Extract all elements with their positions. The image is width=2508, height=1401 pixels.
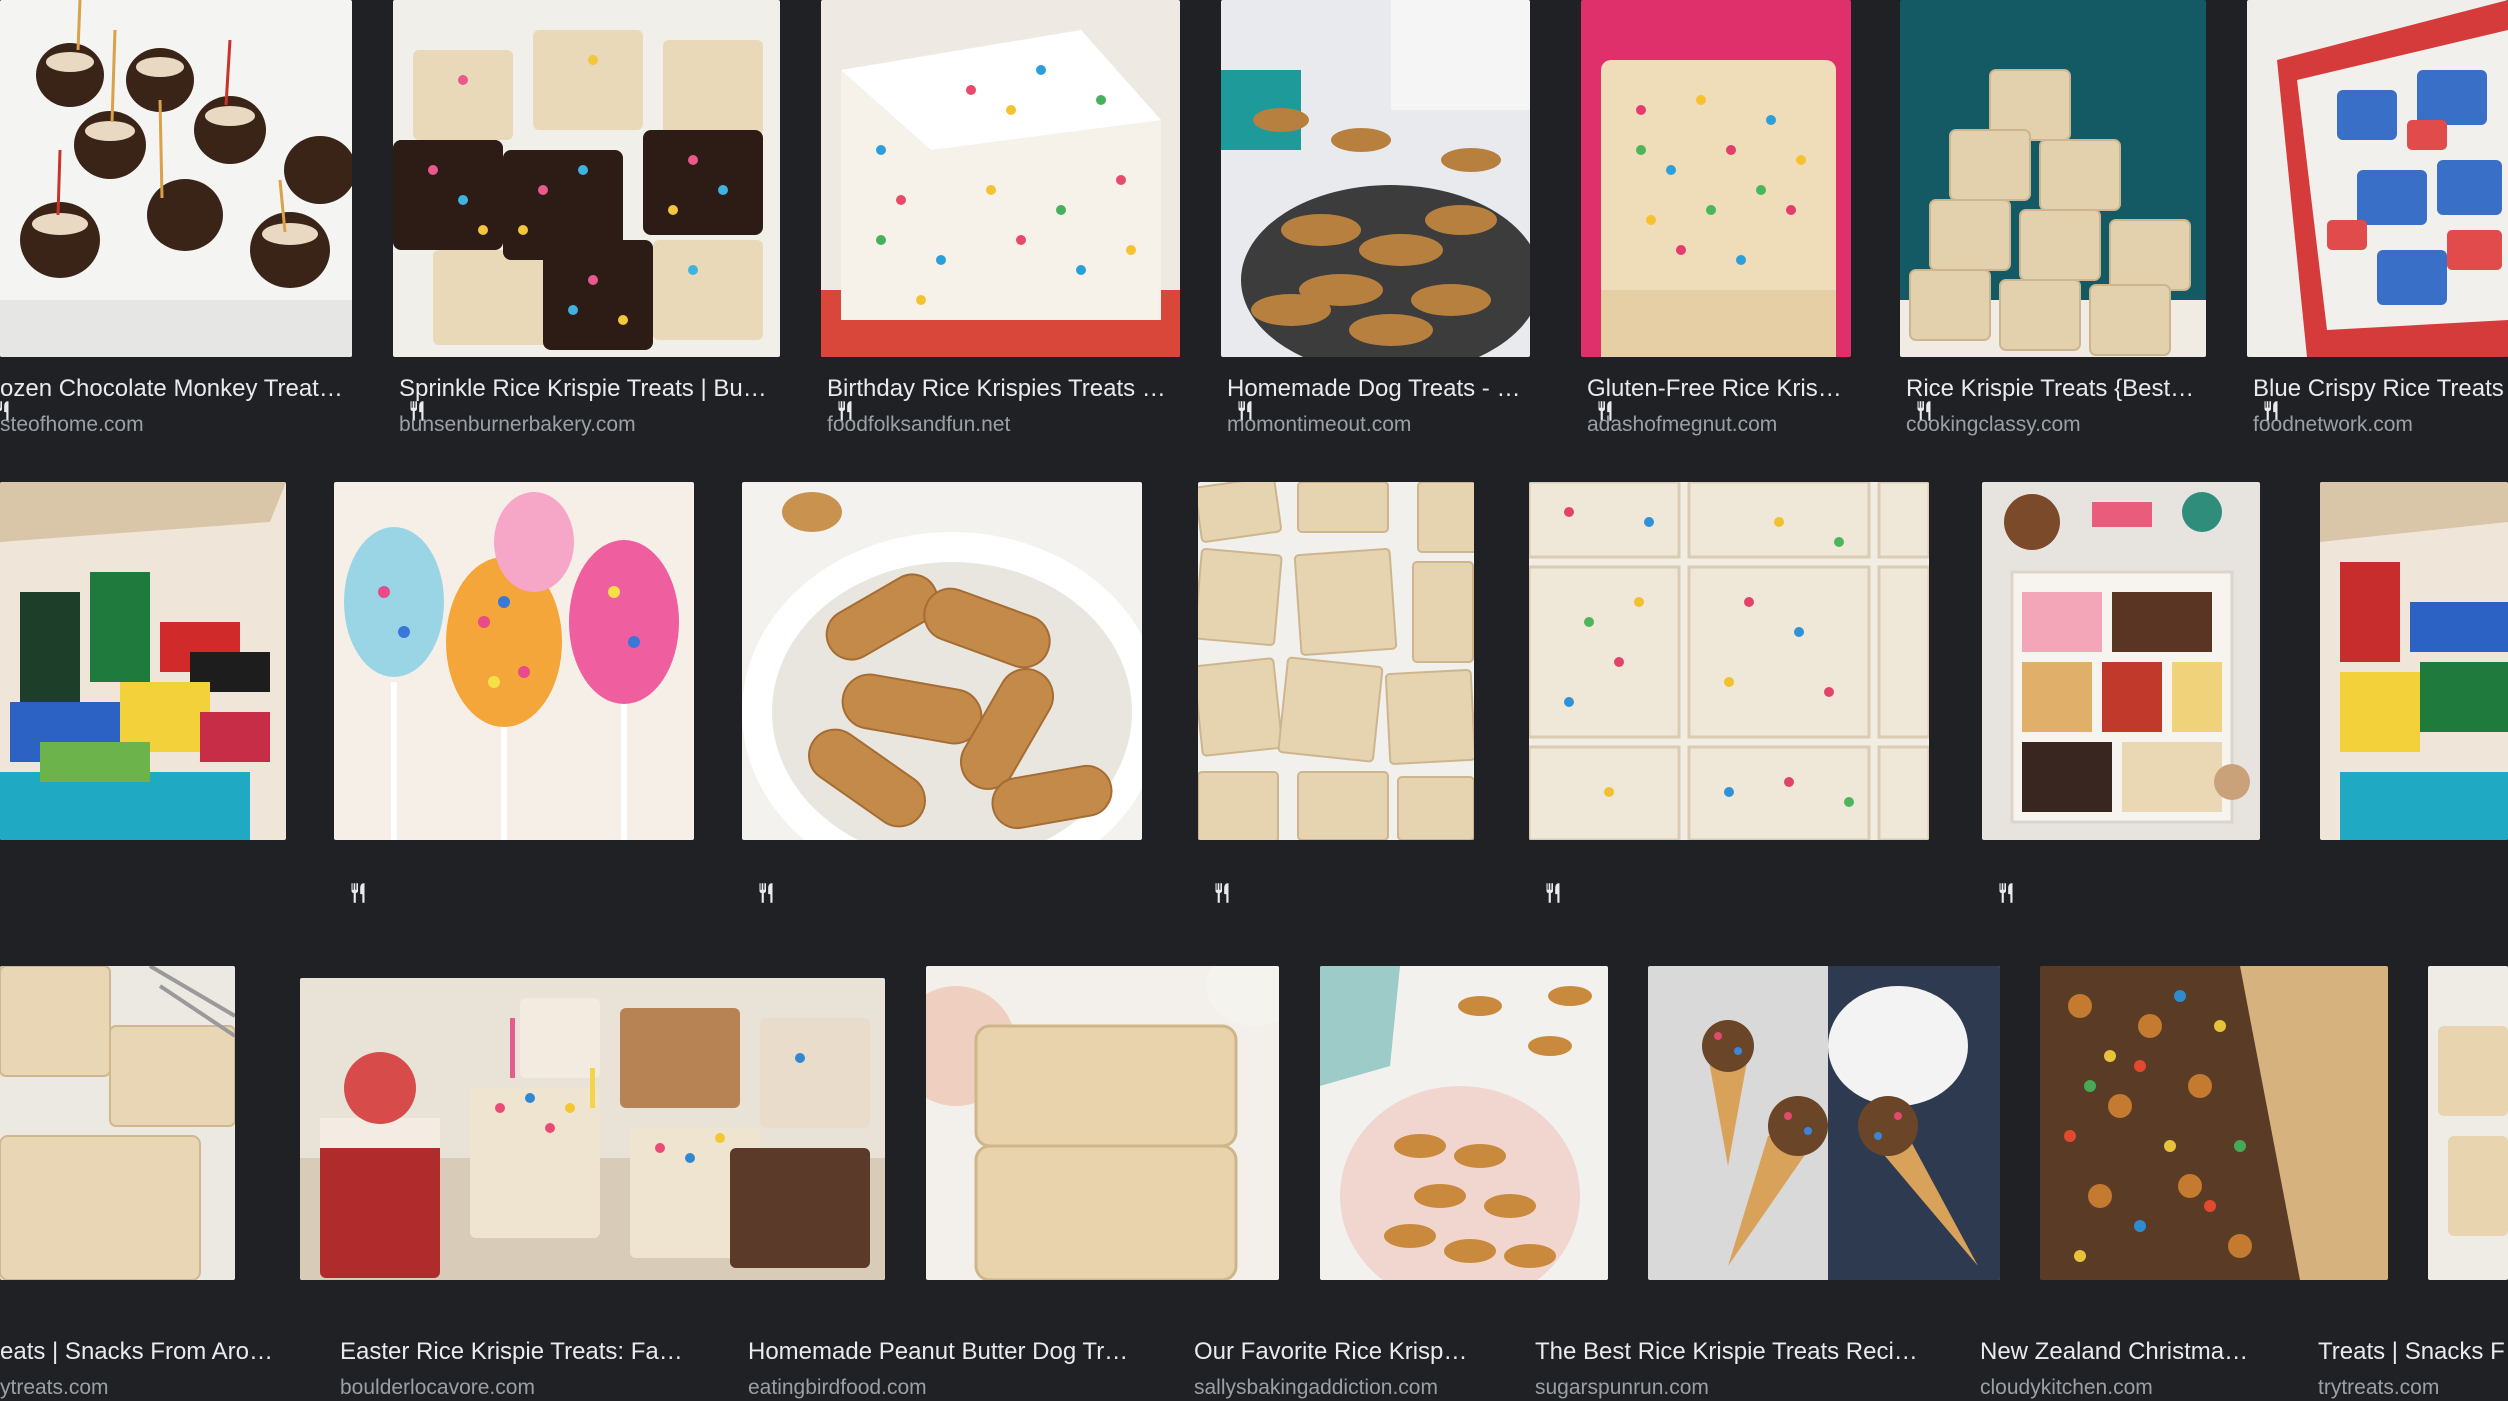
result-card[interactable]: Gluten-Free Rice Krispi… adashofmegnut.c…	[1573, 0, 1851, 440]
result-source[interactable]: steofhome.com	[0, 412, 346, 438]
result-card[interactable]	[926, 966, 1279, 1280]
result-card[interactable]: New Zealand Christmas… cloudykitchen.com	[1974, 482, 2260, 1399]
result-thumbnail[interactable]	[334, 482, 694, 840]
result-title[interactable]: Our Favorite Rice Krispi…	[1194, 1337, 1470, 1367]
result-thumbnail[interactable]	[300, 978, 885, 1280]
result-thumbnail[interactable]	[0, 0, 352, 357]
result-thumbnail[interactable]	[2428, 966, 2508, 1280]
result-card[interactable]: ozen Chocolate Monkey Treat… steofhome.c…	[0, 0, 352, 440]
result-thumbnail[interactable]	[821, 0, 1180, 357]
result-source[interactable]: adashofmegnut.com	[1587, 412, 1851, 438]
result-source[interactable]: bunsenburnerbakery.com	[399, 412, 780, 438]
result-title[interactable]: Homemade Peanut Butter Dog Tr…	[748, 1337, 1142, 1367]
result-title[interactable]: Birthday Rice Krispies Treats …	[827, 374, 1180, 404]
result-source[interactable]: momontimeout.com	[1227, 412, 1530, 438]
recipe-badge	[1190, 872, 1254, 914]
result-source[interactable]: cloudykitchen.com	[1980, 1375, 2256, 1401]
result-source[interactable]: trytreats.com	[2318, 1375, 2508, 1401]
result-source[interactable]: eatingbirdfood.com	[748, 1375, 1142, 1401]
utensils-icon	[759, 883, 773, 903]
result-title[interactable]: Rice Krispie Treats {Best…	[1906, 374, 2206, 404]
result-source[interactable]: boulderlocavore.com	[340, 1375, 694, 1401]
result-thumbnail[interactable]	[1320, 966, 1608, 1280]
result-card[interactable]: Treats | Snacks F trytreats.com	[2318, 482, 2508, 1399]
result-title[interactable]: Homemade Dog Treats - …	[1227, 374, 1530, 404]
result-thumbnail[interactable]	[0, 482, 286, 840]
result-card[interactable]: Homemade Dog Treats - … momontimeout.com	[1213, 0, 1530, 440]
result-thumbnail[interactable]	[742, 482, 1142, 840]
result-source[interactable]: cookingclassy.com	[1906, 412, 2206, 438]
result-thumbnail[interactable]	[1581, 0, 1851, 357]
result-card[interactable]: The Best Rice Krispie Treats Reci… sugar…	[1521, 482, 1929, 1399]
result-card[interactable]: Rice Krispie Treats {Best… cookingclassy…	[1892, 0, 2206, 440]
result-source[interactable]: sugarspunrun.com	[1535, 1375, 1929, 1401]
result-title[interactable]: Blue Crispy Rice Treats	[2253, 374, 2508, 404]
result-thumbnail[interactable]	[1529, 482, 1929, 840]
result-title[interactable]: New Zealand Christmas…	[1980, 1337, 2256, 1367]
result-thumbnail[interactable]	[1900, 0, 2206, 357]
result-card[interactable]: Easter Rice Krispie Treats: Fas… boulder…	[326, 482, 694, 1399]
result-card[interactable]: Sprinkle Rice Krispie Treats | Bu… bunse…	[385, 0, 780, 440]
result-source[interactable]: ytreats.com	[0, 1375, 280, 1401]
result-thumbnail[interactable]	[2320, 482, 2508, 840]
utensils-icon	[1546, 883, 1560, 903]
recipe-badge	[734, 872, 798, 914]
result-card[interactable]	[1320, 966, 1608, 1280]
result-card[interactable]: Our Favorite Rice Krispi… sallysbakingad…	[1190, 482, 1474, 1399]
result-source[interactable]: foodfolksandfun.net	[827, 412, 1180, 438]
result-title[interactable]: eats | Snacks From Aro…	[0, 1337, 280, 1367]
result-thumbnail[interactable]	[393, 0, 780, 357]
result-source[interactable]: sallysbakingaddiction.com	[1194, 1375, 1470, 1401]
recipe-badge	[1974, 872, 2038, 914]
result-thumbnail[interactable]	[1982, 482, 2260, 840]
utensils-icon	[1215, 883, 1229, 903]
result-title[interactable]: Gluten-Free Rice Krispi…	[1587, 374, 1851, 404]
result-thumbnail[interactable]	[926, 966, 1279, 1280]
result-thumbnail[interactable]	[0, 966, 235, 1280]
result-card[interactable]	[1648, 966, 2000, 1280]
result-thumbnail[interactable]	[1221, 0, 1530, 357]
result-thumbnail[interactable]	[2040, 966, 2388, 1280]
result-thumbnail[interactable]	[1198, 482, 1474, 840]
result-title[interactable]: Sprinkle Rice Krispie Treats | Bu…	[399, 374, 780, 404]
result-card[interactable]	[2428, 966, 2508, 1280]
result-card[interactable]	[0, 966, 235, 1280]
result-thumbnail[interactable]	[2247, 0, 2508, 357]
result-card[interactable]: Blue Crispy Rice Treats foodnetwork.com	[2239, 0, 2508, 440]
result-title[interactable]: Easter Rice Krispie Treats: Fas…	[340, 1337, 694, 1367]
result-title[interactable]: ozen Chocolate Monkey Treat…	[0, 374, 346, 404]
result-title[interactable]: The Best Rice Krispie Treats Reci…	[1535, 1337, 1929, 1367]
result-card[interactable]: eats | Snacks From Aro… ytreats.com	[0, 482, 286, 1399]
result-card[interactable]: Birthday Rice Krispies Treats … foodfolk…	[813, 0, 1180, 440]
result-card[interactable]: Homemade Peanut Butter Dog Tr… eatingbir…	[734, 482, 1142, 1399]
result-card[interactable]	[2040, 966, 2388, 1280]
recipe-badge	[1521, 872, 1585, 914]
result-thumbnail[interactable]	[1648, 966, 2000, 1280]
result-source[interactable]: foodnetwork.com	[2253, 412, 2508, 438]
utensils-icon	[351, 883, 365, 903]
result-card[interactable]	[300, 978, 885, 1280]
recipe-badge	[326, 872, 390, 914]
result-title[interactable]: Treats | Snacks F	[2318, 1337, 2508, 1367]
utensils-icon	[1999, 883, 2013, 903]
